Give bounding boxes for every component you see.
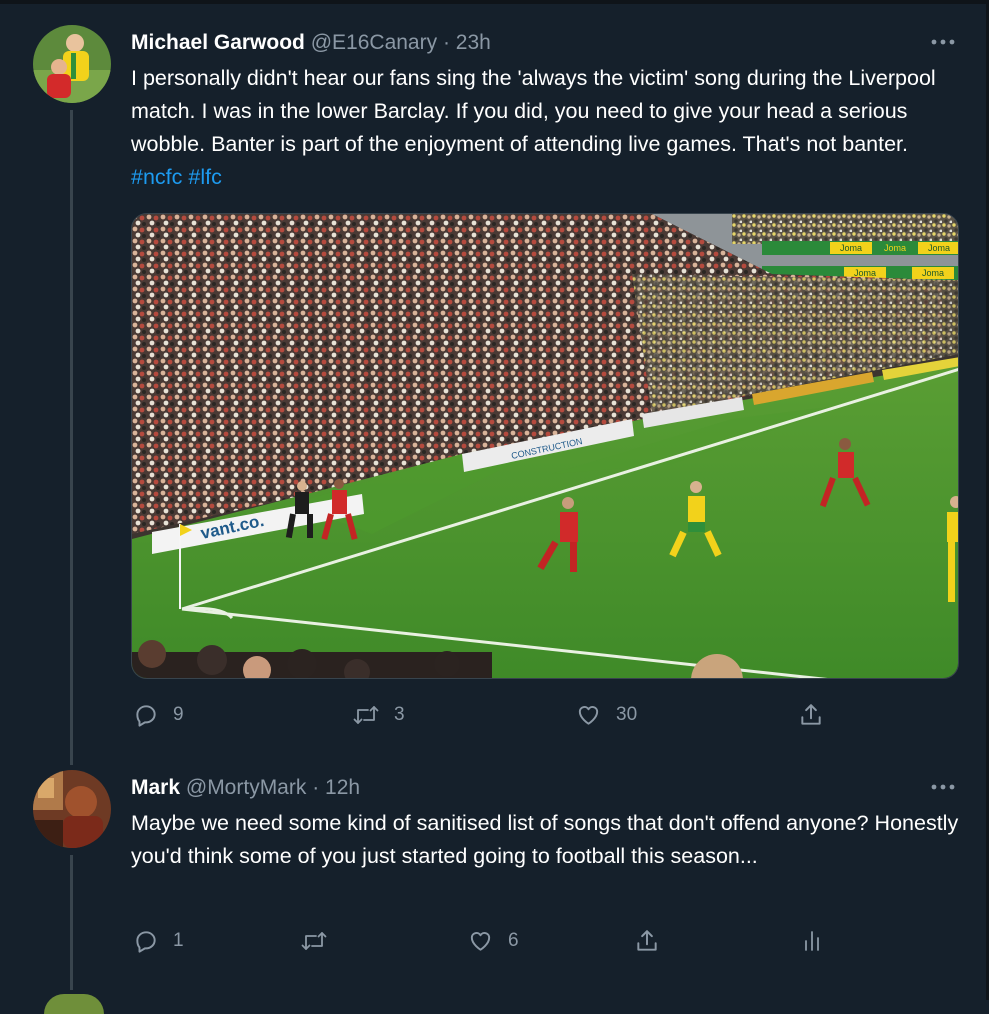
share-icon [637, 930, 657, 951]
reply-icon [136, 931, 156, 953]
like-count: 6 [508, 930, 519, 951]
reply-button[interactable]: 9 [133, 702, 184, 728]
ad-board-text: Joma [928, 243, 950, 253]
reply-count: 9 [173, 704, 184, 725]
hashtag-link[interactable]: #ncfc [131, 165, 182, 189]
author-name[interactable]: Mark [131, 776, 180, 799]
ad-board-text: Joma [884, 243, 906, 253]
separator-dot: · [442, 31, 450, 54]
tweet-timestamp[interactable]: 23h [456, 31, 491, 54]
ad-board-text: Joma [840, 243, 862, 253]
reply-count: 1 [173, 930, 184, 951]
share-button[interactable] [634, 928, 660, 954]
next-tweet-avatar[interactable] [44, 994, 104, 1014]
tweet-text: I personally didn't hear our fans sing t… [131, 62, 961, 194]
author-handle[interactable]: @E16Canary [311, 31, 437, 54]
tweet-body: I personally didn't hear our fans sing t… [131, 66, 936, 156]
like-count: 30 [616, 704, 638, 725]
separator-dot: · [312, 776, 320, 799]
retweet-button[interactable]: 3 [352, 702, 405, 728]
like-button[interactable]: 6 [467, 928, 519, 954]
avatar-mark[interactable] [33, 770, 111, 848]
stadium-photo: Joma Joma Joma Joma Joma vant.co. CONSTR… [132, 214, 958, 678]
analytics-button[interactable] [800, 928, 824, 954]
more-button[interactable] [929, 779, 957, 795]
avatar-michael-garwood[interactable] [33, 25, 111, 103]
share-button[interactable] [798, 702, 824, 728]
author-handle[interactable]: @MortyMark [186, 776, 306, 799]
like-icon [470, 932, 491, 951]
tweet-timestamp[interactable]: 12h [325, 776, 360, 799]
ad-board-text: Joma [854, 268, 876, 278]
retweet-icon [353, 706, 379, 724]
tweet-photo[interactable]: Joma Joma Joma Joma Joma vant.co. CONSTR… [131, 213, 959, 679]
tweet-body: Maybe we need some kind of sanitised lis… [131, 811, 959, 868]
more-icon [931, 39, 955, 45]
tweet-header: Mark @MortyMark · 12h [131, 775, 360, 801]
tweet-header: Michael Garwood @E16Canary · 23h [131, 30, 491, 56]
retweet-count: 3 [394, 704, 405, 725]
more-button[interactable] [929, 34, 957, 50]
author-name[interactable]: Michael Garwood [131, 31, 305, 54]
ad-board-text: Joma [922, 268, 944, 278]
thread-line [70, 855, 73, 990]
retweet-icon [301, 932, 327, 950]
like-icon [578, 706, 599, 725]
more-icon [931, 784, 955, 790]
reply-icon [136, 705, 156, 727]
retweet-button[interactable] [300, 928, 342, 954]
share-icon [801, 704, 821, 725]
like-button[interactable]: 30 [575, 702, 637, 728]
thread-line [70, 110, 73, 765]
tweet-text: Maybe we need some kind of sanitised lis… [131, 807, 961, 873]
reply-button[interactable]: 1 [133, 928, 184, 954]
hashtag-link[interactable]: #lfc [188, 165, 221, 189]
window-frame-top [0, 0, 989, 4]
analytics-icon [805, 931, 819, 951]
